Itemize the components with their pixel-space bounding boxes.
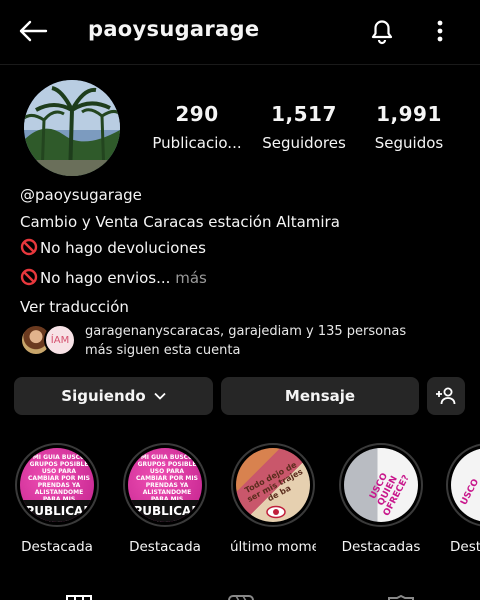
notification-bell-icon[interactable] xyxy=(366,15,398,47)
highlight-cover: MI GUIA BUSCO GRUPOS POSIBLE USO PARA CA… xyxy=(128,448,202,522)
highlight-cover: USCO xyxy=(451,448,480,522)
followed-by[interactable]: ÍAM garagenanyscaracas, garajediam y 135… xyxy=(20,322,470,364)
story-highlight[interactable]: MI GUIA BUSCO GRUPOS POSIBLE USO PARA CA… xyxy=(122,443,208,555)
followers-count[interactable]: 1,517 Seguidores xyxy=(258,102,350,152)
bio-line: No hago devoluciones xyxy=(20,235,460,265)
message-button-label: Mensaje xyxy=(284,387,356,405)
story-highlight[interactable]: USCO QUIEN OFRECE? Destacadas xyxy=(338,443,424,555)
posts-count-value: 290 xyxy=(175,102,219,126)
prohibited-icon xyxy=(20,268,38,295)
posts-count[interactable]: 290 Publicacio... xyxy=(146,102,248,152)
highlight-label: último mome... xyxy=(230,539,316,555)
bio-more-link[interactable]: más xyxy=(175,269,207,287)
followed-by-line: garagenanyscaracas, garajediam y 135 per… xyxy=(85,324,407,339)
story-highlight[interactable]: MI GUIA BUSCO GRUPOS POSIBLE USO PARA CA… xyxy=(14,443,100,555)
highlight-cover: USCO QUIEN OFRECE? xyxy=(344,448,418,522)
bio-text: No hago envios... xyxy=(40,268,171,287)
following-count-value: 1,991 xyxy=(376,102,442,126)
follower-avatar: ÍAM xyxy=(44,324,76,356)
header-divider xyxy=(0,64,480,65)
highlight-label: Destacada xyxy=(21,539,93,555)
highlight-cover: Todo dejo de ser mis trajes de ba xyxy=(236,448,310,522)
followers-count-label: Seguidores xyxy=(262,134,346,152)
following-button-label: Siguiendo xyxy=(61,387,146,405)
highlight-label: Destacada xyxy=(129,539,201,555)
posts-count-label: Publicacio... xyxy=(152,134,242,152)
profile-avatar[interactable] xyxy=(24,80,120,176)
highlight-cover-text: PUBLICAR xyxy=(20,500,94,522)
highlight-label: Destacadas xyxy=(341,539,421,555)
highlight-ring: MI GUIA BUSCO GRUPOS POSIBLE USO PARA CA… xyxy=(123,443,207,527)
story-highlight[interactable]: USCO Dest xyxy=(446,443,480,555)
more-options-icon[interactable] xyxy=(428,15,452,47)
see-translation-link[interactable]: Ver traducción xyxy=(20,294,460,321)
highlight-cover-text: USCO QUIEN OFRECE? xyxy=(368,471,412,518)
profile-tab-bar xyxy=(0,586,480,600)
bio-line: No hago envios... más xyxy=(20,265,460,295)
following-count-label: Seguidos xyxy=(374,134,444,152)
highlight-cover-text: PUBLICAR xyxy=(128,500,202,522)
top-bar: paoysugarage xyxy=(0,0,480,62)
highlight-ring: Todo dejo de ser mis trajes de ba xyxy=(231,443,315,527)
following-count[interactable]: 1,991 Seguidos xyxy=(366,102,452,152)
bio-text: No hago devoluciones xyxy=(40,239,206,257)
highlight-ring: USCO QUIEN OFRECE? xyxy=(339,443,423,527)
highlight-ring: MI GUIA BUSCO GRUPOS POSIBLE USO PARA CA… xyxy=(15,443,99,527)
eye-icon xyxy=(266,504,286,522)
tagged-icon[interactable] xyxy=(388,590,414,600)
bio-handle[interactable]: @paoysugarage xyxy=(20,182,460,209)
followed-by-text: garagenanyscaracas, garajediam y 135 per… xyxy=(85,322,406,360)
highlight-ring: USCO xyxy=(446,443,480,527)
bio-line: Cambio y Venta Caracas estación Altamira xyxy=(20,212,340,231)
highlight-label: Dest xyxy=(450,539,480,555)
message-button[interactable]: Mensaje xyxy=(221,377,419,415)
following-button[interactable]: Siguiendo xyxy=(14,377,213,415)
profile-bio: @paoysugarage Cambio y Venta Caracas est… xyxy=(20,182,460,321)
profile-username-title: paoysugarage xyxy=(88,17,260,41)
reels-icon[interactable] xyxy=(228,590,254,600)
add-person-icon xyxy=(435,387,457,405)
followers-count-value: 1,517 xyxy=(271,102,337,126)
prohibited-icon xyxy=(20,238,38,265)
followed-by-line: más siguen esta cuenta xyxy=(85,343,241,358)
chevron-down-icon xyxy=(154,392,166,400)
grid-icon[interactable] xyxy=(66,590,92,600)
highlight-cover: MI GUIA BUSCO GRUPOS POSIBLE USO PARA CA… xyxy=(20,448,94,522)
back-arrow-icon[interactable] xyxy=(16,16,50,46)
add-user-button[interactable] xyxy=(427,377,465,415)
highlight-cover-text: USCO xyxy=(459,477,480,508)
story-highlight[interactable]: Todo dejo de ser mis trajes de ba último… xyxy=(230,443,316,555)
